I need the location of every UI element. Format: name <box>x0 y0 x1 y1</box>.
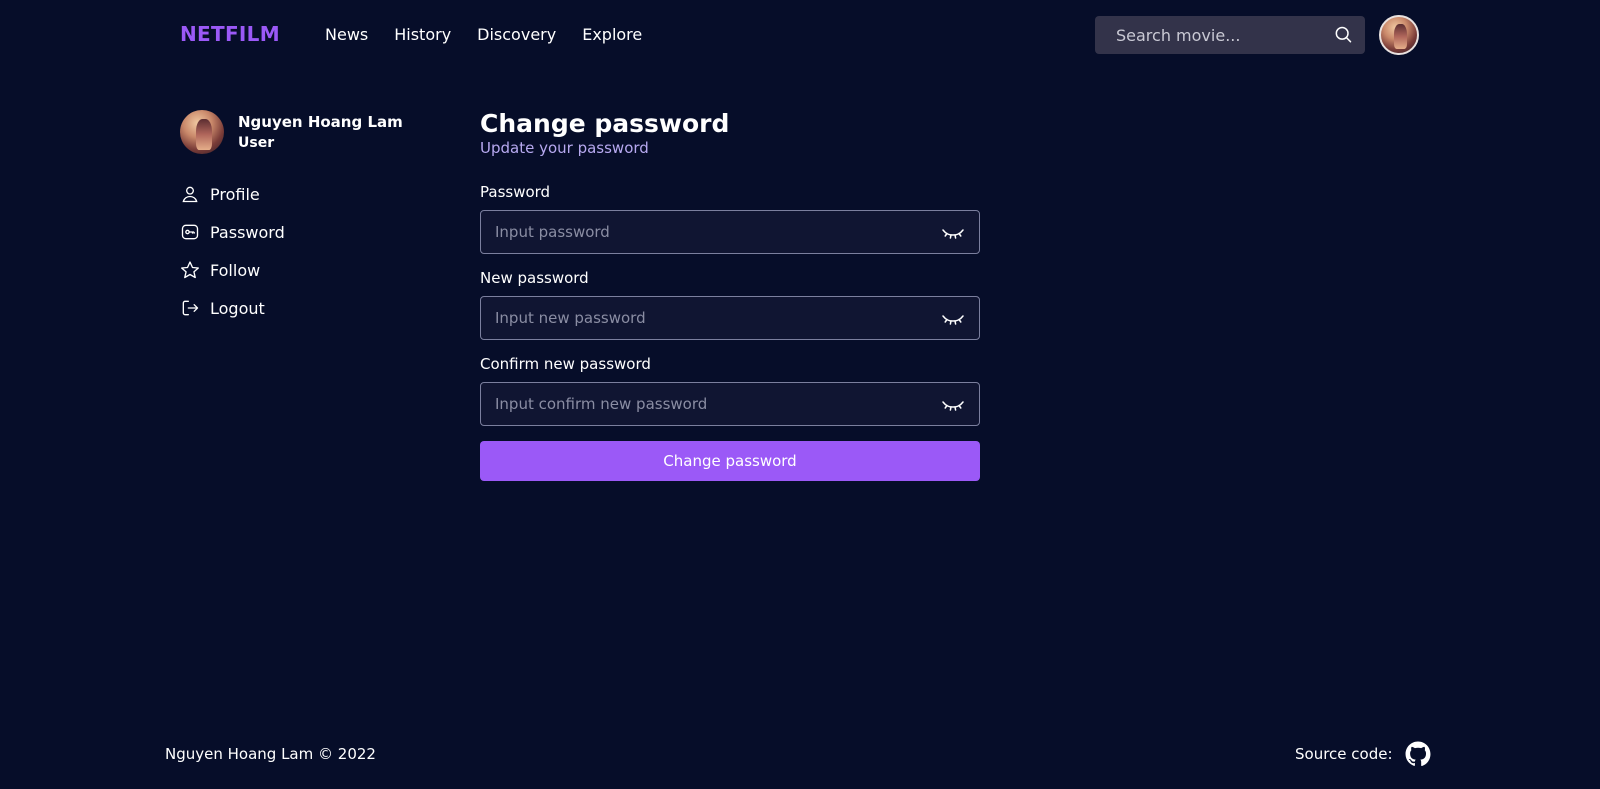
user-icon <box>180 184 200 204</box>
user-role: User <box>238 135 275 151</box>
password-input[interactable] <box>481 211 979 253</box>
footer-copyright: Nguyen Hoang Lam © 2022 <box>165 745 376 763</box>
page-subtitle: Update your password <box>480 139 649 157</box>
nav-history[interactable]: History <box>394 25 451 44</box>
sidebar-item-profile[interactable]: Profile <box>180 175 285 213</box>
sidebar-item-follow[interactable]: Follow <box>180 251 285 289</box>
nav-news[interactable]: News <box>325 25 368 44</box>
logout-icon <box>180 298 200 318</box>
search-input[interactable] <box>1095 16 1365 54</box>
page-title: Change password <box>480 109 730 138</box>
eye-closed-icon[interactable] <box>941 309 965 329</box>
user-card: Nguyen Hoang Lam User <box>180 110 403 154</box>
key-icon <box>180 222 200 242</box>
star-icon <box>180 260 200 280</box>
sidebar-item-logout[interactable]: Logout <box>180 289 285 327</box>
source-code-label: Source code: <box>1295 745 1393 763</box>
user-avatar <box>180 110 224 154</box>
github-icon[interactable] <box>1405 741 1431 767</box>
password-label: Password <box>480 183 551 201</box>
sidebar-item-password[interactable]: Password <box>180 213 285 251</box>
main-nav: News History Discovery Explore <box>325 25 668 44</box>
user-name: Nguyen Hoang Lam <box>238 113 403 131</box>
confirm-password-label: Confirm new password <box>480 355 651 373</box>
new-password-label: New password <box>480 269 589 287</box>
search-box <box>1095 16 1365 54</box>
footer-source: Source code: <box>1295 741 1431 767</box>
password-field <box>480 210 980 254</box>
header-avatar[interactable] <box>1379 15 1419 55</box>
sidebar-item-label: Profile <box>210 184 260 204</box>
change-password-button[interactable]: Change password <box>480 441 980 481</box>
brand-logo[interactable]: NETFILM <box>180 22 280 46</box>
new-password-field <box>480 296 980 340</box>
confirm-password-field <box>480 382 980 426</box>
sidebar-menu: Profile Password Follow Logout <box>180 175 285 327</box>
eye-closed-icon[interactable] <box>941 223 965 243</box>
search-icon[interactable] <box>1333 25 1353 45</box>
page: NETFILM News History Discovery Explore N… <box>0 0 1600 789</box>
eye-closed-icon[interactable] <box>941 395 965 415</box>
sidebar-item-label: Password <box>210 222 285 242</box>
nav-discovery[interactable]: Discovery <box>477 25 556 44</box>
sidebar-item-label: Logout <box>210 298 265 318</box>
nav-explore[interactable]: Explore <box>582 25 642 44</box>
sidebar-item-label: Follow <box>210 260 261 280</box>
confirm-password-input[interactable] <box>481 383 979 425</box>
new-password-input[interactable] <box>481 297 979 339</box>
